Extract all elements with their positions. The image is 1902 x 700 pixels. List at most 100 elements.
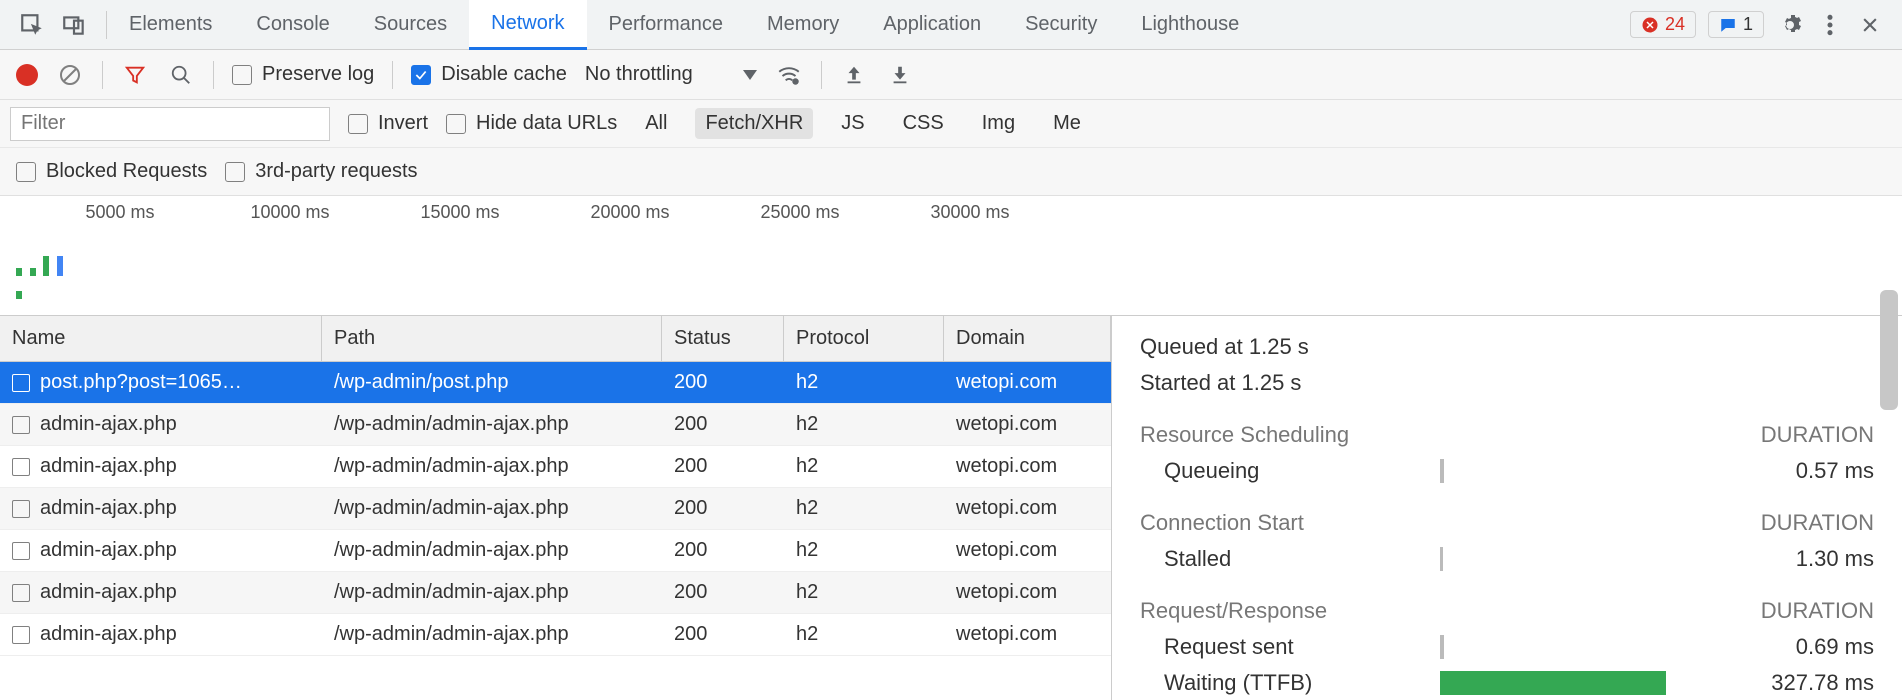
row-name: admin-ajax.php <box>40 455 177 478</box>
col-domain[interactable]: Domain <box>944 316 1111 361</box>
search-icon[interactable] <box>167 61 195 89</box>
filter-js[interactable]: JS <box>831 108 874 139</box>
filter-bar: Invert Hide data URLs All Fetch/XHR JS C… <box>0 100 1902 148</box>
invert-checkbox[interactable] <box>348 114 368 134</box>
row-checkbox[interactable] <box>12 458 30 476</box>
thirdparty-checkbox[interactable] <box>225 162 245 182</box>
row-checkbox[interactable] <box>12 626 30 644</box>
gear-icon[interactable] <box>1776 11 1804 39</box>
started-at: Started at 1.25 s <box>1140 370 1874 396</box>
request-sent-bar <box>1440 635 1444 659</box>
tab-performance[interactable]: Performance <box>587 0 746 50</box>
filter-funnel-icon[interactable] <box>121 61 149 89</box>
waiting-value: 327.78 ms <box>1670 670 1874 696</box>
col-protocol[interactable]: Protocol <box>784 316 944 361</box>
row-protocol: h2 <box>784 446 944 487</box>
invert-label: Invert <box>378 112 428 135</box>
stalled-bar <box>1440 547 1443 571</box>
row-status: 200 <box>662 614 784 655</box>
queueing-bar <box>1440 459 1444 483</box>
record-button[interactable] <box>16 64 38 86</box>
tab-security[interactable]: Security <box>1003 0 1119 50</box>
download-har-icon[interactable] <box>886 61 914 89</box>
tab-network[interactable]: Network <box>469 0 586 50</box>
clear-icon[interactable] <box>56 61 84 89</box>
table-row[interactable]: admin-ajax.php/wp-admin/admin-ajax.php20… <box>0 488 1111 530</box>
row-checkbox[interactable] <box>12 584 30 602</box>
filter-img[interactable]: Img <box>972 108 1025 139</box>
row-protocol: h2 <box>784 404 944 445</box>
row-checkbox[interactable] <box>12 500 30 518</box>
row-domain: wetopi.com <box>944 488 1111 529</box>
filter-input[interactable] <box>10 107 330 141</box>
tab-console[interactable]: Console <box>234 0 351 50</box>
filter-fetch-xhr[interactable]: Fetch/XHR <box>695 108 813 139</box>
request-sent-value: 0.69 ms <box>1670 634 1874 660</box>
row-checkbox[interactable] <box>12 374 30 392</box>
table-row[interactable]: admin-ajax.php/wp-admin/admin-ajax.php20… <box>0 572 1111 614</box>
throttling-select[interactable]: No throttling <box>585 63 757 86</box>
row-checkbox[interactable] <box>12 416 30 434</box>
row-status: 200 <box>662 572 784 613</box>
duration-header: DURATION <box>1761 598 1874 624</box>
disable-cache-checkbox[interactable] <box>411 65 431 85</box>
blocked-bar: Blocked Requests 3rd-party requests <box>0 148 1902 196</box>
row-status: 200 <box>662 488 784 529</box>
upload-har-icon[interactable] <box>840 61 868 89</box>
row-status: 200 <box>662 362 784 403</box>
col-path[interactable]: Path <box>322 316 662 361</box>
kebab-icon[interactable] <box>1816 11 1844 39</box>
row-protocol: h2 <box>784 362 944 403</box>
message-badge[interactable]: 1 <box>1708 11 1764 38</box>
tab-application[interactable]: Application <box>861 0 1003 50</box>
row-protocol: h2 <box>784 488 944 529</box>
tick: 30000 ms <box>930 202 1009 223</box>
tick: 25000 ms <box>760 202 839 223</box>
blocked-requests-label: Blocked Requests <box>46 160 207 183</box>
duration-header: DURATION <box>1761 422 1874 448</box>
col-name[interactable]: Name <box>0 316 322 361</box>
device-toggle-icon[interactable] <box>60 11 88 39</box>
table-row[interactable]: post.php?post=1065… /wp-admin/post.php200… <box>0 362 1111 404</box>
tab-lighthouse[interactable]: Lighthouse <box>1119 0 1261 50</box>
filter-css[interactable]: CSS <box>893 108 954 139</box>
filter-all[interactable]: All <box>635 108 677 139</box>
table-row[interactable]: admin-ajax.php/wp-admin/admin-ajax.php20… <box>0 530 1111 572</box>
hide-data-urls-checkbox[interactable] <box>446 114 466 134</box>
row-path: /wp-admin/admin-ajax.php <box>322 488 662 529</box>
table-row[interactable]: admin-ajax.php/wp-admin/admin-ajax.php20… <box>0 614 1111 656</box>
row-name: post.php?post=1065… <box>40 371 242 394</box>
tick: 10000 ms <box>250 202 329 223</box>
tick: 15000 ms <box>420 202 499 223</box>
table-row[interactable]: admin-ajax.php/wp-admin/admin-ajax.php20… <box>0 404 1111 446</box>
request-sent-label: Request sent <box>1140 634 1440 660</box>
row-name: admin-ajax.php <box>40 497 177 520</box>
devtools-main-tabs: Elements Console Sources Network Perform… <box>0 0 1902 50</box>
tick: 5000 ms <box>85 202 154 223</box>
timing-panel: Queued at 1.25 s Started at 1.25 s Resou… <box>1112 316 1902 700</box>
col-status[interactable]: Status <box>662 316 784 361</box>
tab-memory[interactable]: Memory <box>745 0 861 50</box>
overview-timeline[interactable]: 5000 ms 10000 ms 15000 ms 20000 ms 25000… <box>0 196 1902 316</box>
table-row[interactable]: admin-ajax.php/wp-admin/admin-ajax.php20… <box>0 446 1111 488</box>
row-path: /wp-admin/admin-ajax.php <box>322 404 662 445</box>
row-checkbox[interactable] <box>12 542 30 560</box>
error-badge[interactable]: 24 <box>1630 11 1696 38</box>
inspect-icon[interactable] <box>18 11 46 39</box>
throttling-label: No throttling <box>585 63 693 86</box>
stalled-value: 1.30 ms <box>1670 546 1874 572</box>
preserve-log-checkbox[interactable] <box>232 65 252 85</box>
duration-header: DURATION <box>1761 510 1874 536</box>
close-icon[interactable] <box>1856 11 1884 39</box>
request-table: Name Path Status Protocol Domain post.ph… <box>0 316 1112 700</box>
network-conditions-icon[interactable] <box>775 61 803 89</box>
filter-media[interactable]: Me <box>1043 108 1091 139</box>
tab-sources[interactable]: Sources <box>352 0 469 50</box>
row-name: admin-ajax.php <box>40 581 177 604</box>
blocked-requests-checkbox[interactable] <box>16 162 36 182</box>
row-domain: wetopi.com <box>944 572 1111 613</box>
overview-waveform <box>16 256 71 278</box>
row-path: /wp-admin/post.php <box>322 362 662 403</box>
scrollbar-thumb[interactable] <box>1880 290 1898 410</box>
tab-elements[interactable]: Elements <box>107 0 234 50</box>
